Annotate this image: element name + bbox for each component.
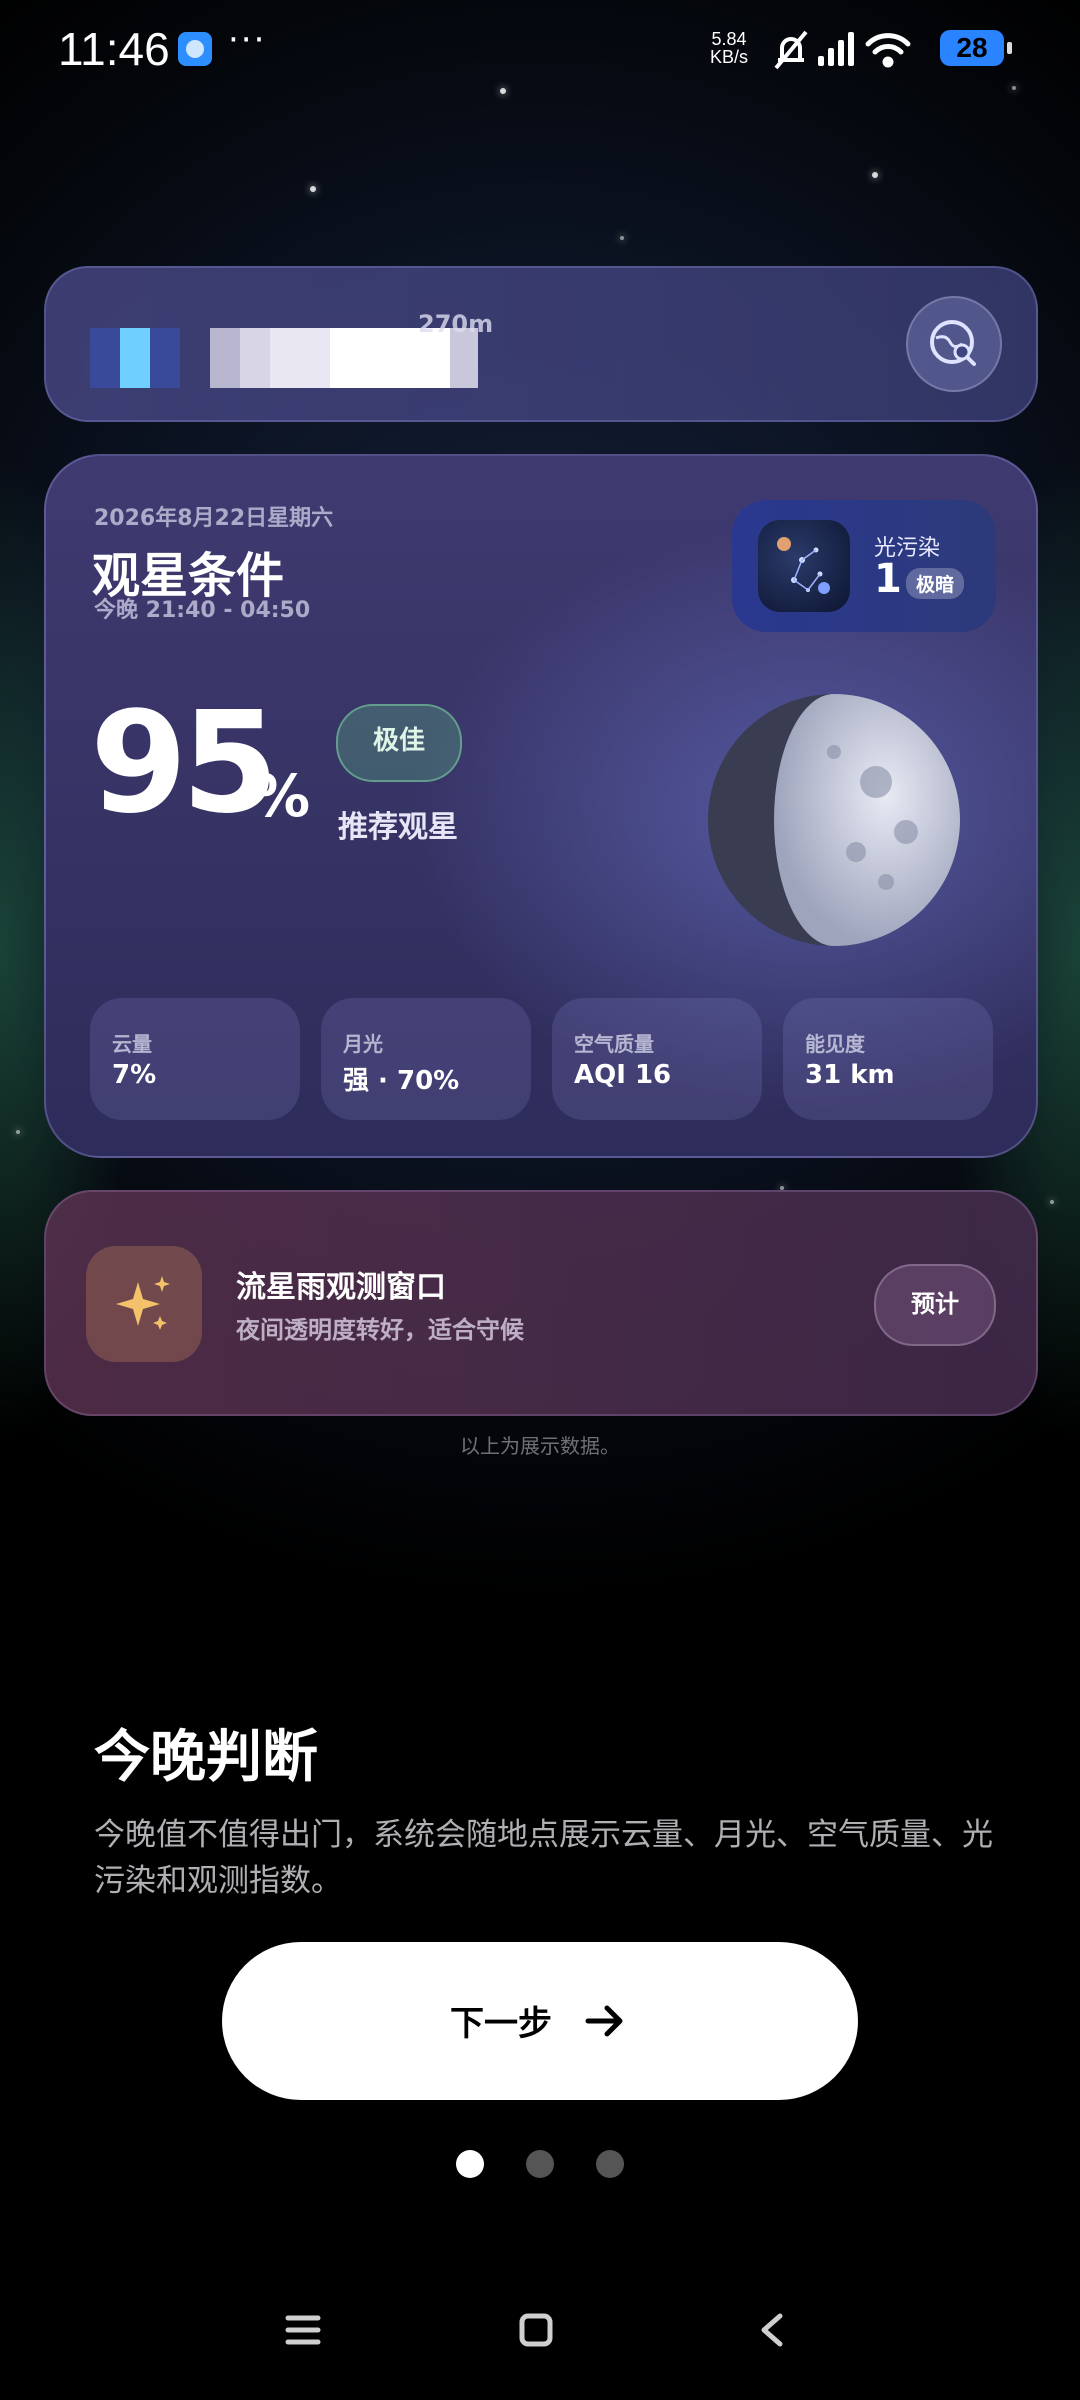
stargazing-conditions-card: 2026年8月22日星期六 观星条件 今晚 21:40 - 04:50 光污染 … (44, 454, 1038, 1158)
status-icons (774, 30, 911, 70)
recommendation-text: 推荐观星 (338, 810, 458, 845)
stat-label: 云量 (112, 1032, 152, 1056)
stat-label: 能见度 (805, 1032, 865, 1056)
network-speed-value: 5.84 (711, 29, 747, 49)
clock: 11:46 (58, 23, 170, 75)
mute-bell-icon (774, 30, 808, 70)
next-button[interactable]: 下一步 (222, 1942, 858, 2100)
condition-stats: 云量 7% 月光 强 · 70% 空气质量 AQI 16 能见度 31 km (90, 998, 993, 1120)
stat-value: 强 · 70% (343, 1066, 460, 1096)
location-distance: 270m (418, 310, 494, 338)
location-search-button[interactable] (906, 296, 1002, 392)
stat-label: 空气质量 (574, 1032, 654, 1056)
meteor-subtitle: 夜间透明度转好，适合守候 (236, 1316, 524, 1344)
observation-window: 今晚 21:40 - 04:50 (94, 598, 311, 623)
next-button-label: 下一步 (450, 2004, 552, 2044)
stat-air-quality: 空气质量 AQI 16 (552, 998, 762, 1120)
forecast-date: 2026年8月22日星期六 (94, 506, 334, 531)
onboarding-description: 今晚值不值得出门，系统会随地点展示云量、月光、空气质量、光污染和观测指数。 (94, 1817, 993, 1899)
forecast-button[interactable]: 预计 (874, 1264, 996, 1346)
app-notification-icon (178, 32, 212, 66)
stat-value: 7% (112, 1060, 157, 1090)
battery-icon: 28 (940, 30, 1012, 66)
grade-badge: 极佳 (336, 704, 462, 782)
page-dot (596, 2150, 624, 2178)
light-pollution-badge: 极暗 (906, 568, 965, 599)
stat-cloud-cover: 云量 7% (90, 998, 300, 1120)
moon-phase-icon (708, 694, 960, 946)
demo-data-note: 以上为展示数据。 (460, 1434, 620, 1458)
network-speed-unit: KB/s (710, 47, 749, 67)
stat-visibility: 能见度 31 km (783, 998, 993, 1120)
page-dot (526, 2150, 554, 2178)
stat-label: 月光 (343, 1032, 383, 1056)
back-icon (761, 2313, 783, 2347)
arrow-right-icon (585, 2005, 623, 2037)
constellation-icon (758, 520, 850, 612)
score-unit: % (252, 762, 311, 830)
wifi-icon (865, 33, 911, 68)
signal-icon (818, 32, 854, 66)
globe-search-icon (930, 320, 976, 366)
light-pollution-value: 1 (874, 556, 902, 602)
stargazing-score: 95 (90, 682, 279, 845)
page-dot-active (456, 2150, 484, 2178)
location-bar[interactable]: 270m (44, 266, 1038, 422)
stat-moonlight: 月光 强 · 70% (321, 998, 531, 1120)
light-pollution-widget[interactable]: 光污染 1 极暗 (732, 500, 996, 632)
meteor-title: 流星雨观测窗口 (236, 1270, 446, 1305)
stat-value: AQI 16 (574, 1060, 672, 1090)
home-icon (519, 2313, 553, 2347)
sparkle-icon (86, 1246, 202, 1362)
more-notifications-icon: ··· (228, 20, 267, 60)
network-speed: 5.84 KB/s (710, 30, 748, 66)
stat-value: 31 km (805, 1060, 895, 1090)
meteor-shower-card[interactable]: 流星雨观测窗口 夜间透明度转好，适合守候 预计 (44, 1190, 1038, 1416)
status-bar: 11:46 ··· 5.84 KB/s 28 (0, 0, 1080, 100)
system-nav-bar (285, 2313, 783, 2347)
menu-icon (285, 2315, 321, 2345)
page-indicator (0, 2150, 1080, 2182)
onboarding-heading: 今晚判断 (94, 1725, 318, 1790)
